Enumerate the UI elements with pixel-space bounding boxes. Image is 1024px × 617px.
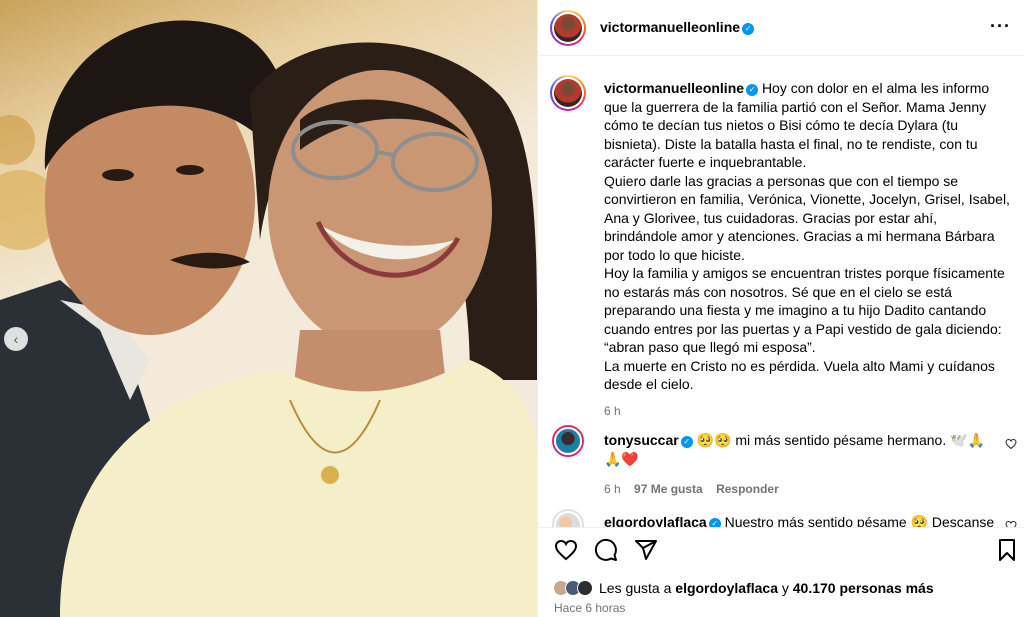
comments-scroll-area[interactable]: victormanuelleonline ✓ Hoy con dolor en e… <box>538 57 1024 527</box>
post-caption: victormanuelleonline ✓ Hoy con dolor en e… <box>604 79 1014 420</box>
likes-count[interactable]: 40.170 personas más <box>793 580 934 596</box>
verified-badge-icon: ✓ <box>708 518 721 527</box>
carousel-prev-button[interactable]: ‹ <box>4 327 28 351</box>
comment-text: Nuestro más sentido pésame 🥺 Descanse <box>724 514 995 527</box>
more-options-icon[interactable]: ··· <box>990 16 1011 37</box>
verified-badge-icon: ✓ <box>742 23 755 35</box>
caption-username[interactable]: victormanuelleonline <box>604 80 744 96</box>
comment-meta: 6 h 97 Me gusta Responder <box>604 480 996 499</box>
post-actions: Les gusta a elgordoylaflaca y 40.170 per… <box>538 527 1024 617</box>
comment-item: elgordoylaflaca ✓ Nuestro más sentido pés… <box>604 513 996 527</box>
comment-username[interactable]: tonysuccar <box>604 432 679 448</box>
likes-user[interactable]: elgordoylaflaca <box>675 580 778 596</box>
author-name-row: victormanuelleonline ✓ <box>600 19 755 37</box>
post-photo: ‹ <box>0 0 537 617</box>
comment-icon[interactable] <box>594 538 618 562</box>
share-icon[interactable] <box>634 538 658 562</box>
likes-prefix: Les gusta a <box>599 580 672 596</box>
photo-illustration <box>0 20 537 617</box>
likes-conjunction: y <box>781 580 789 596</box>
post-header: victormanuelleonline ✓ ··· <box>538 0 1024 56</box>
caption-paragraph-3: Hoy la familia y amigos se encuentran tr… <box>604 265 1005 355</box>
heart-icon[interactable] <box>554 538 578 562</box>
author-avatar[interactable] <box>550 10 586 46</box>
author-username[interactable]: victormanuelleonline <box>600 19 740 35</box>
verified-badge-icon: ✓ <box>746 84 759 96</box>
caption-time[interactable]: 6 h <box>604 402 1014 421</box>
comment-time[interactable]: 6 h <box>604 482 621 496</box>
liker-avatars <box>553 580 593 596</box>
caption-paragraph-2: Quiero darle las gracias a personas que … <box>604 172 1010 263</box>
comment-avatar[interactable] <box>552 425 584 457</box>
comment-avatar[interactable] <box>552 509 584 527</box>
comment-likes[interactable]: 97 Me gusta <box>634 482 703 496</box>
comment-like-heart-icon[interactable] <box>1005 520 1017 527</box>
comment-item: tonysuccar ✓ 🥺🥺 mi más sentido pésame her… <box>604 431 996 499</box>
post-side-panel: victormanuelleonline ✓ ··· victormanuelle… <box>537 0 1024 617</box>
comment-username[interactable]: elgordoylaflaca <box>604 514 707 527</box>
caption-paragraph-4: La muerte en Cristo no es pérdida. Vuela… <box>604 357 995 393</box>
posted-time[interactable]: Hace 6 horas <box>554 601 625 615</box>
verified-badge-icon: ✓ <box>680 436 693 448</box>
likes-summary: Les gusta a elgordoylaflaca y 40.170 per… <box>553 578 934 598</box>
caption-author-avatar[interactable] <box>550 75 586 111</box>
comment-like-heart-icon[interactable] <box>1005 438 1017 450</box>
bookmark-icon[interactable] <box>995 538 1019 562</box>
reply-button[interactable]: Responder <box>716 482 779 496</box>
